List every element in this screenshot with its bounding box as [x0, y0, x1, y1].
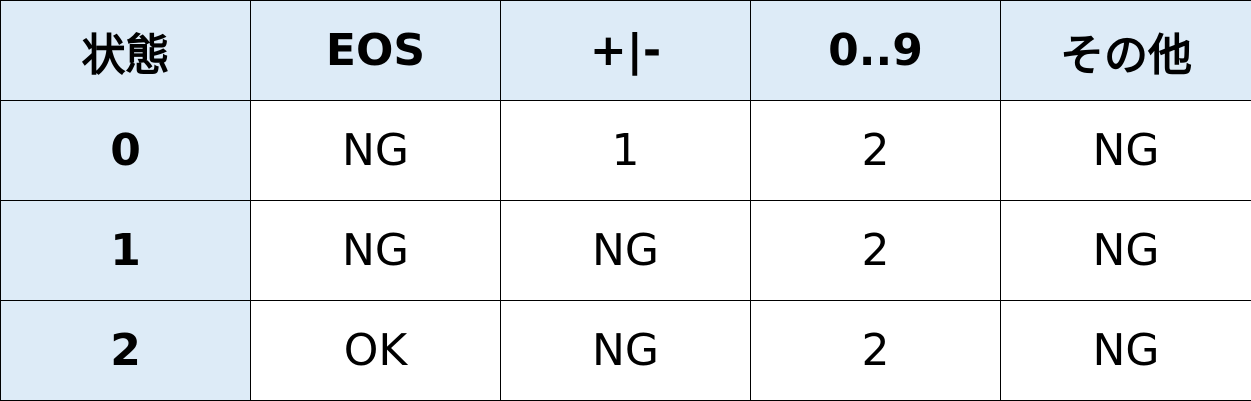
- table-cell: NG: [250, 100, 501, 201]
- column-header-sign: +|-: [500, 0, 751, 101]
- table-row: 1 NG NG 2 NG: [0, 200, 1251, 301]
- table-cell: NG: [1000, 300, 1251, 401]
- row-header-state: 0: [0, 100, 251, 201]
- header-row: 状態 EOS +|- 0..9 その他: [0, 0, 1251, 101]
- table-cell: 2: [750, 100, 1001, 201]
- table-cell: OK: [250, 300, 501, 401]
- table-cell: NG: [1000, 100, 1251, 201]
- row-header-state: 2: [0, 300, 251, 401]
- table-cell: NG: [500, 300, 751, 401]
- table-cell: NG: [1000, 200, 1251, 301]
- table-cell: 1: [500, 100, 751, 201]
- table-row: 2 OK NG 2 NG: [0, 300, 1251, 401]
- column-header-state: 状態: [0, 0, 251, 101]
- table-cell: 2: [750, 200, 1001, 301]
- table-cell: NG: [250, 200, 501, 301]
- state-transition-table: 状態 EOS +|- 0..9 その他 0 NG 1 2 NG 1 NG NG …: [0, 0, 1251, 401]
- column-header-digit: 0..9: [750, 0, 1001, 101]
- table-row: 0 NG 1 2 NG: [0, 100, 1251, 201]
- table-cell: 2: [750, 300, 1001, 401]
- column-header-eos: EOS: [250, 0, 501, 101]
- table-cell: NG: [500, 200, 751, 301]
- row-header-state: 1: [0, 200, 251, 301]
- column-header-other: その他: [1000, 0, 1251, 101]
